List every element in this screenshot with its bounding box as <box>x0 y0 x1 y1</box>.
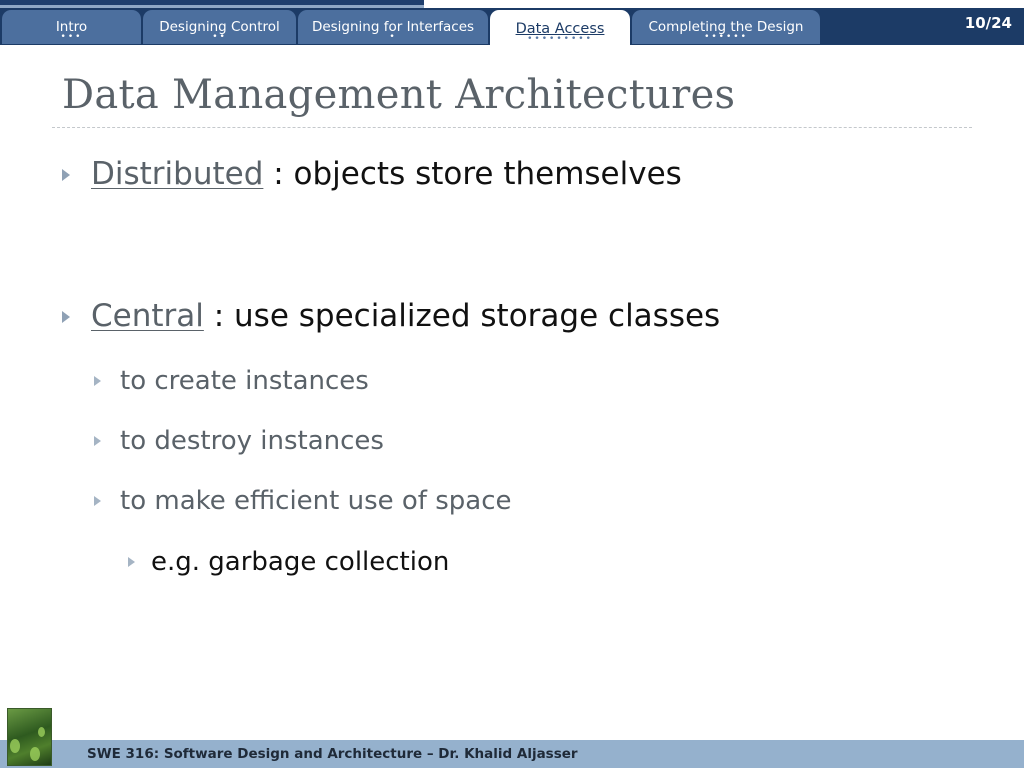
book-cover-icon <box>7 708 52 766</box>
sub-sub-bullet: e.g. garbage collection <box>128 547 449 577</box>
bullet-description: : use specialized storage classes <box>203 298 721 334</box>
tab-data-access[interactable]: Data Access ••••••••• <box>490 10 630 46</box>
bullet-central: Central : use specialized storage classe… <box>62 298 720 334</box>
footer-text: SWE 316: Software Design and Architectur… <box>87 746 578 762</box>
triangle-right-icon <box>62 169 70 181</box>
sub-bullet: to create instances <box>94 366 369 396</box>
tab-designing-control[interactable]: Designing Control •• <box>143 10 296 44</box>
bullet-text: Central : use specialized storage classe… <box>91 298 720 334</box>
triangle-right-icon <box>128 557 135 567</box>
leaf-decoration <box>10 739 20 753</box>
tab-designing-for-interfaces[interactable]: Designing for Interfaces • <box>298 10 488 44</box>
leaf-decoration <box>38 727 45 737</box>
title-divider <box>52 127 972 128</box>
page-counter: 10/24 <box>964 14 1012 32</box>
tab-progress-dots[interactable]: • <box>298 33 488 42</box>
sub-sub-bullet-text: e.g. garbage collection <box>151 547 450 577</box>
tab-progress-dots[interactable]: ••••••••• <box>490 35 630 44</box>
leaf-decoration <box>30 747 40 761</box>
sub-bullet-text: to destroy instances <box>120 426 384 456</box>
bullet-description: : objects store themselves <box>263 156 682 192</box>
tab-label: Data Access <box>515 21 605 37</box>
sub-bullet: to destroy instances <box>94 426 384 456</box>
tab-progress-dots[interactable]: •••••• <box>632 33 820 42</box>
sub-bullet: to make efficient use of space <box>94 486 512 516</box>
term-distributed-link[interactable]: Distributed <box>91 156 263 192</box>
sub-bullet-text: to create instances <box>120 366 369 396</box>
tab-progress-dots[interactable]: •• <box>143 33 296 42</box>
bullet-distributed: Distributed : objects store themselves <box>62 156 682 192</box>
triangle-right-icon <box>94 496 101 506</box>
triangle-right-icon <box>94 376 101 386</box>
slide: Intro ••• Designing Control •• Designing… <box>0 0 1024 768</box>
bullet-text: Distributed : objects store themselves <box>91 156 682 192</box>
triangle-right-icon <box>94 436 101 446</box>
tab-completing-the-design[interactable]: Completing the Design •••••• <box>632 10 820 44</box>
tab-progress-dots[interactable]: ••• <box>2 33 141 42</box>
sub-bullet-text: to make efficient use of space <box>120 486 512 516</box>
term-central-link[interactable]: Central <box>91 298 204 334</box>
triangle-right-icon <box>62 311 70 323</box>
tab-intro[interactable]: Intro ••• <box>2 10 141 44</box>
slide-title: Data Management Architectures <box>62 72 736 118</box>
